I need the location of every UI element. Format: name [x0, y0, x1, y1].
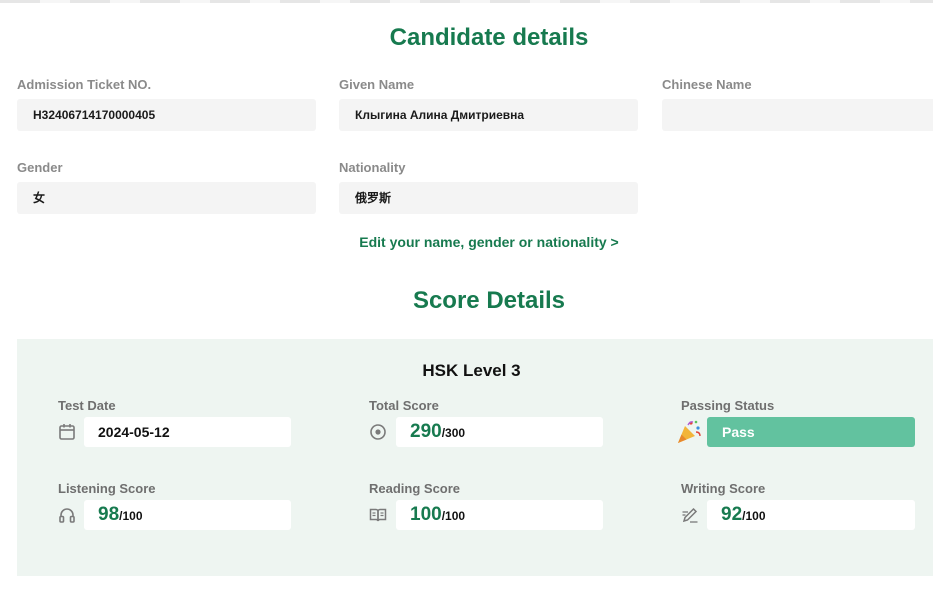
calendar-icon — [59, 424, 75, 440]
given-name-field: Клыгина Алина Дмитриевна — [339, 99, 638, 131]
listening-score-label: Listening Score — [58, 481, 156, 496]
passing-status-label: Passing Status — [681, 398, 775, 413]
writing-score-label: Writing Score — [681, 481, 766, 496]
given-name-label: Given Name — [339, 77, 415, 92]
headphones-icon — [59, 508, 75, 523]
gender-label: Gender — [17, 160, 63, 175]
listening-score-max: /100 — [119, 509, 143, 523]
listening-score-value: 98 — [98, 504, 120, 525]
pencil-icon — [682, 507, 698, 523]
total-score-value: 290 — [410, 421, 442, 442]
test-date-value: 2024-05-12 — [98, 424, 170, 440]
chinese-name-label: Chinese Name — [662, 77, 752, 92]
gender-field: 女 — [17, 182, 316, 214]
nationality-label: Nationality — [339, 160, 406, 175]
target-icon — [370, 424, 386, 440]
passing-status-badge: Pass — [707, 417, 915, 447]
writing-score-max: /100 — [742, 509, 766, 523]
total-score-field: 290/300 — [396, 417, 603, 447]
reading-score-field: 100/100 — [396, 500, 603, 530]
reading-score-value: 100 — [410, 504, 442, 525]
top-strip — [0, 0, 933, 3]
book-icon — [369, 508, 387, 522]
candidate-details-title: Candidate details — [389, 24, 589, 51]
admission-ticket-field: H32406714170000405 — [17, 99, 316, 131]
score-details-title: Score Details — [412, 287, 566, 314]
party-popper-icon — [678, 420, 701, 443]
writing-score-value: 92 — [721, 504, 743, 525]
hsk-level-title: HSK Level 3 — [422, 361, 521, 380]
admission-ticket-label: Admission Ticket NO. — [17, 77, 152, 92]
edit-details-link[interactable]: Edit your name, gender or nationality > — [0, 234, 933, 250]
test-date-field: 2024-05-12 — [84, 417, 291, 447]
listening-score-field: 98/100 — [84, 500, 291, 530]
test-date-label: Test Date — [58, 398, 116, 413]
nationality-field: 俄罗斯 — [339, 182, 638, 214]
total-score-max: /300 — [441, 426, 466, 440]
total-score-label: Total Score — [369, 398, 439, 413]
writing-score-field: 92/100 — [707, 500, 915, 530]
chinese-name-field — [662, 99, 933, 131]
reading-score-label: Reading Score — [369, 481, 461, 496]
reading-score-max: /100 — [441, 509, 466, 523]
